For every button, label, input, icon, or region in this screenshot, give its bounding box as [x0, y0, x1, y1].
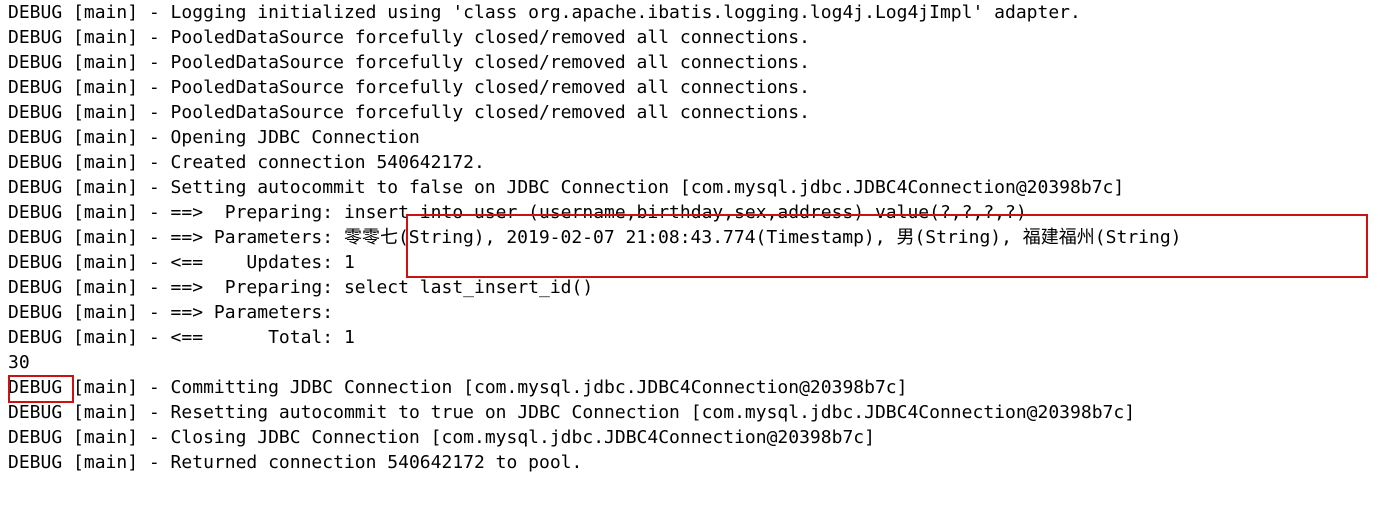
- log-line: DEBUG [main] - Returned connection 54064…: [8, 452, 583, 473]
- log-line: 30: [8, 352, 30, 373]
- log-line: DEBUG [main] - Opening JDBC Connection: [8, 127, 420, 148]
- log-line: DEBUG [main] - ==> Preparing: insert int…: [8, 202, 1038, 223]
- log-line: DEBUG [main] - Setting autocommit to fal…: [8, 177, 1125, 198]
- log-line: DEBUG [main] - ==> Preparing: select las…: [8, 277, 605, 298]
- log-line: DEBUG [main] - PooledDataSource forceful…: [8, 27, 810, 48]
- log-line: DEBUG [main] - Committing JDBC Connectio…: [8, 377, 908, 398]
- log-line: DEBUG [main] - Closing JDBC Connection […: [8, 427, 875, 448]
- log-line: DEBUG [main] - Logging initialized using…: [8, 2, 1081, 23]
- log-line: DEBUG [main] - <== Updates: 1: [8, 252, 355, 273]
- log-line: DEBUG [main] - <== Total: 1: [8, 327, 355, 348]
- log-line: DEBUG [main] - PooledDataSource forceful…: [8, 77, 810, 98]
- log-line: DEBUG [main] - PooledDataSource forceful…: [8, 52, 810, 73]
- log-line: DEBUG [main] - Resetting autocommit to t…: [8, 402, 1136, 423]
- log-line: DEBUG [main] - Created connection 540642…: [8, 152, 485, 173]
- console-output-panel[interactable]: DEBUG [main] - Logging initialized using…: [0, 0, 1394, 518]
- log-line: DEBUG [main] - ==> Parameters:: [8, 302, 344, 323]
- log-line: DEBUG [main] - PooledDataSource forceful…: [8, 102, 810, 123]
- log-line: DEBUG [main] - ==> Parameters: 零零七(Strin…: [8, 227, 1182, 248]
